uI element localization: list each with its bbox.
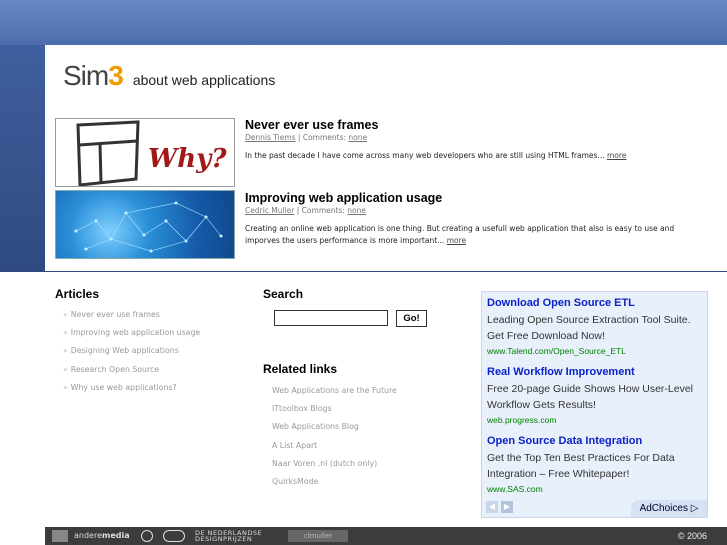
articles-list-item[interactable]: » Improving web application usage — [63, 324, 200, 342]
designprijzen-link[interactable]: DE NEDERLANDSE DESIGNPRIJZEN — [195, 530, 285, 543]
site-logo[interactable]: Sim3 about web applications — [63, 60, 275, 90]
clmuller-link[interactable]: clmuller — [288, 530, 348, 542]
logo-mark: Sim3 — [63, 60, 124, 91]
comments-label: Comments: — [302, 133, 347, 142]
more-link[interactable]: more — [607, 151, 626, 160]
prev-arrow-icon[interactable]: ◀ — [486, 501, 498, 513]
ad-title[interactable]: Real Workflow Improvement — [487, 365, 705, 379]
articles-list-item[interactable]: » Why use web applications? — [63, 379, 200, 397]
panel-divider — [45, 271, 727, 272]
ad-item[interactable]: Real Workflow Improvement Free 20-page G… — [487, 365, 705, 426]
articles-list-item[interactable]: » Designing Web applications — [63, 342, 200, 360]
articles-list: » Never ever use frames » Improving web ap… — [63, 306, 200, 397]
adchoices-icon: ▷ — [690, 503, 699, 514]
anderemedia-logo-icon[interactable] — [52, 530, 68, 542]
ad-url[interactable]: web.progress.com — [487, 414, 705, 426]
related-links-list: Web Applications are the Future ITtoolbo… — [272, 382, 397, 491]
search-go-button[interactable]: Go! — [396, 310, 427, 327]
author-link[interactable]: Cedric Muller — [245, 206, 294, 215]
bullet-icon: » — [63, 346, 68, 356]
anderemedia-link[interactable]: anderemedia — [74, 530, 130, 542]
frames-illustration: Why? — [76, 120, 227, 186]
ads-panel: Download Open Source ETL Leading Open So… — [481, 291, 708, 518]
bullet-icon: » — [63, 382, 68, 392]
bullet-icon: » — [63, 310, 68, 319]
emd-badge-icon[interactable] — [163, 530, 185, 542]
copyright-text: © 2006 — [677, 531, 707, 541]
related-link[interactable]: QuirksMode — [272, 473, 397, 491]
more-link[interactable]: more — [447, 236, 466, 245]
ad-text: Leading Open Source Extraction Tool Suit… — [487, 314, 691, 342]
related-links-heading: Related links — [263, 362, 338, 376]
comments-link[interactable]: none — [347, 206, 366, 215]
articles-heading: Articles — [55, 287, 100, 301]
related-link[interactable]: Naar Voren .nl (dutch only) — [272, 455, 397, 473]
thumb-why-text: Why? — [148, 144, 227, 174]
ad-title[interactable]: Download Open Source ETL — [487, 296, 705, 310]
ad-text: Free 20-page Guide Shows How User-Level … — [487, 383, 694, 411]
article-excerpt-text: In the past decade I have come across ma… — [245, 151, 605, 160]
article-title[interactable]: Never ever use frames — [245, 118, 685, 132]
articles-list-item[interactable]: » Never ever use frames — [63, 306, 200, 324]
next-arrow-icon[interactable]: ▶ — [501, 501, 513, 513]
footer-bar: anderemedia DE NEDERLANDSE DESIGNPRIJZEN… — [45, 527, 727, 545]
ad-url[interactable]: www.Talend.com/Open_Source_ETL — [487, 345, 705, 357]
bullet-icon: » — [63, 364, 68, 374]
circle-badge-icon[interactable] — [141, 530, 153, 542]
ad-item[interactable]: Open Source Data Integration Get the Top… — [487, 434, 705, 495]
article-item: Improving web application usage Cedric M… — [245, 191, 685, 247]
article-thumbnail-network[interactable] — [55, 190, 235, 259]
related-link[interactable]: Web Applications Blog — [272, 418, 397, 436]
article-meta: Dennis Tiems | Comments: none — [245, 133, 368, 142]
related-link[interactable]: A List Apart — [272, 437, 397, 455]
related-link[interactable]: ITtoolbox Blogs — [272, 400, 397, 418]
article-excerpt: In the past decade I have come across ma… — [245, 150, 685, 162]
ad-url[interactable]: www.SAS.com — [487, 483, 705, 495]
search-input[interactable] — [274, 310, 388, 326]
related-link[interactable]: Web Applications are the Future — [272, 382, 397, 400]
ad-pager: ◀ ▶ — [486, 501, 513, 513]
ad-item[interactable]: Download Open Source ETL Leading Open So… — [487, 296, 705, 357]
author-link[interactable]: Dennis Tiems — [245, 133, 296, 142]
comments-label: Comments: — [301, 206, 345, 215]
article-excerpt: Creating an online web application is on… — [245, 223, 685, 247]
article-item: Never ever use frames Dennis Tiems | Com… — [245, 118, 685, 162]
comments-link[interactable]: none — [348, 133, 367, 142]
article-thumbnail-frames[interactable]: Why? — [55, 118, 235, 187]
bullet-icon: » — [63, 328, 68, 338]
search-heading: Search — [263, 287, 304, 301]
ad-title[interactable]: Open Source Data Integration — [487, 434, 705, 448]
article-title[interactable]: Improving web application usage — [245, 191, 685, 205]
article-meta: Cedric Muller | Comments: none — [245, 206, 366, 215]
adchoices-link[interactable]: AdChoices ▷ — [631, 500, 707, 517]
site-tagline: about web applications — [132, 72, 276, 88]
articles-list-item[interactable]: » Research Open Source — [63, 361, 200, 379]
network-illustration — [74, 201, 223, 253]
ad-text: Get the Top Ten Best Practices For Data … — [487, 452, 675, 480]
